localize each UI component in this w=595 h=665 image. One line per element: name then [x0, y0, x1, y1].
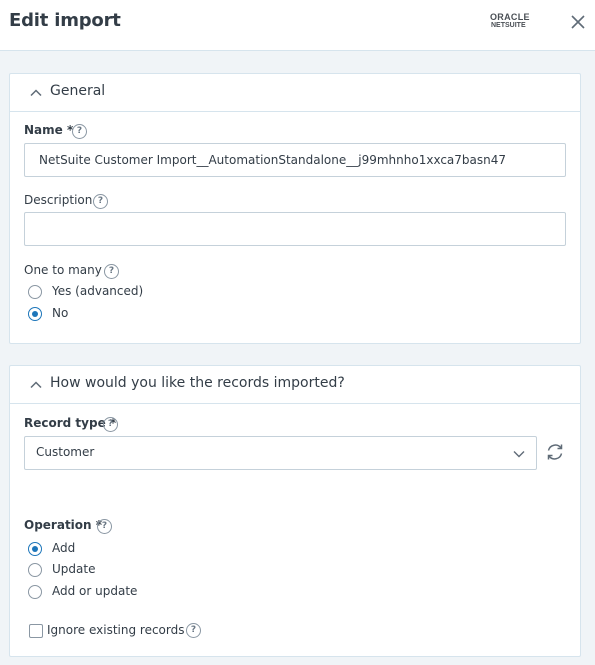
record-type-select[interactable]: Customer — [24, 436, 537, 470]
ignore-existing-label: Ignore existing records — [47, 623, 185, 637]
operation-help-icon[interactable]: ? — [97, 519, 112, 534]
record-type-help-icon[interactable]: ? — [103, 417, 118, 432]
close-icon — [571, 15, 585, 29]
operation-label: Operation * — [24, 518, 103, 532]
chevron-down-icon — [513, 451, 525, 458]
records-panel-header[interactable]: How would you like the records imported? — [10, 366, 580, 404]
one-to-many-help-icon[interactable]: ? — [104, 264, 119, 279]
modal-header: Edit import ORACLE NETSUITE — [0, 0, 595, 51]
general-panel: General Name * ? NetSuite Customer Impor… — [9, 73, 581, 344]
one-to-many-label: One to many — [24, 263, 102, 277]
records-panel-title: How would you like the records imported? — [50, 375, 345, 391]
radio-button[interactable] — [28, 563, 42, 577]
page-title: Edit import — [9, 10, 121, 31]
record-type-value: Customer — [36, 445, 95, 459]
refresh-button[interactable] — [544, 441, 566, 463]
chevron-up-icon — [30, 381, 42, 389]
close-button[interactable] — [568, 12, 588, 32]
refresh-icon — [547, 444, 563, 460]
radio-label: Update — [52, 562, 96, 576]
radio-button[interactable] — [28, 307, 42, 321]
description-field[interactable] — [24, 212, 566, 246]
name-label: Name * — [24, 123, 74, 137]
radio-button[interactable] — [28, 542, 42, 556]
ignore-existing-checkbox[interactable] — [29, 624, 43, 638]
description-label: Description — [24, 193, 93, 207]
name-field[interactable]: NetSuite Customer Import__AutomationStan… — [24, 143, 566, 177]
radio-button[interactable] — [28, 585, 42, 599]
description-help-icon[interactable]: ? — [93, 194, 108, 209]
radio-button[interactable] — [28, 285, 42, 299]
ignore-existing-help-icon[interactable]: ? — [186, 623, 201, 638]
logo-line-oracle: ORACLE — [490, 12, 530, 22]
radio-label: Add — [52, 541, 76, 555]
records-panel: How would you like the records imported?… — [9, 365, 581, 657]
radio-label: Yes (advanced) — [52, 284, 144, 298]
chevron-up-icon — [30, 89, 42, 97]
general-panel-header[interactable]: General — [10, 74, 580, 112]
radio-label: Add or update — [52, 584, 138, 598]
general-panel-title: General — [50, 83, 106, 99]
name-help-icon[interactable]: ? — [72, 124, 87, 139]
radio-label: No — [52, 306, 69, 320]
netsuite-logo: ORACLE NETSUITE — [490, 12, 538, 32]
logo-line-netsuite: NETSUITE — [491, 22, 526, 29]
